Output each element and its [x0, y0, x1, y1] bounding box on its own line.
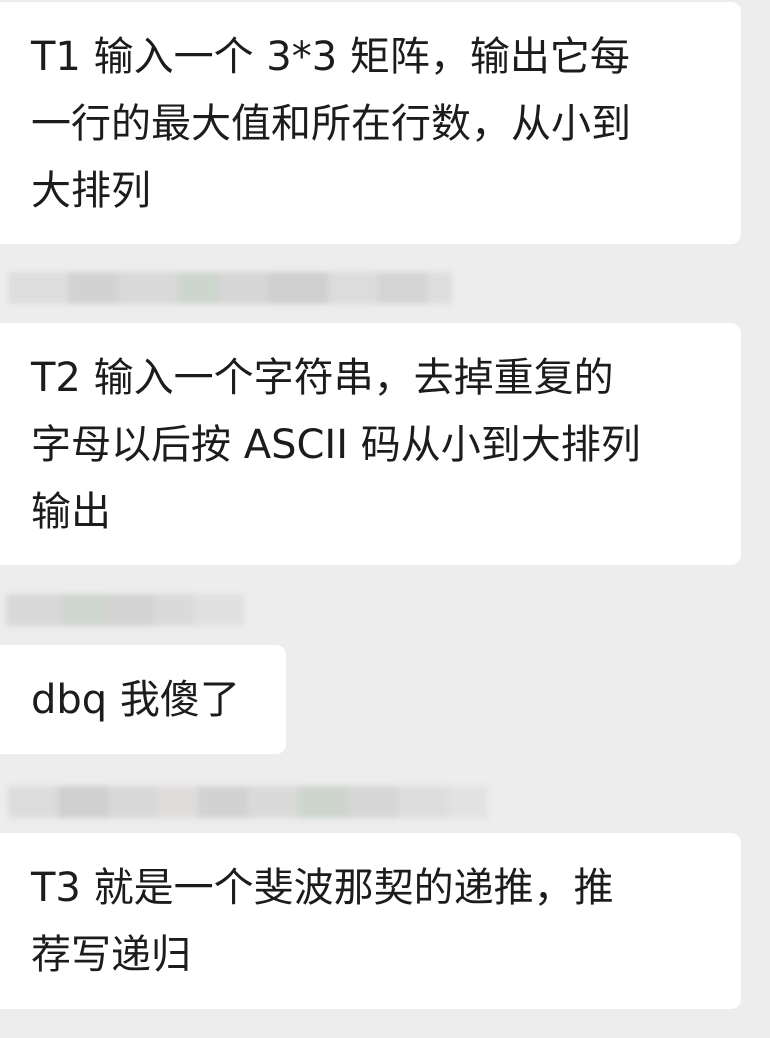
sender-name-blurred: [0, 268, 460, 308]
message-bubble[interactable]: T2 输入一个字符串，去掉重复的 字母以后按 ASCII 码从小到大排列 输出: [0, 323, 741, 565]
message-bubble[interactable]: T3 就是一个斐波那契的递推，推 荐写递归: [0, 833, 741, 1009]
sender-name-blurred: [0, 782, 500, 822]
message-bubble[interactable]: dbq 我傻了: [0, 645, 286, 754]
message-bubble[interactable]: T1 输入一个 3*3 矩阵，输出它每 一行的最大值和所在行数，从小到 大排列: [0, 2, 741, 244]
sender-name-blurred: [0, 590, 260, 630]
